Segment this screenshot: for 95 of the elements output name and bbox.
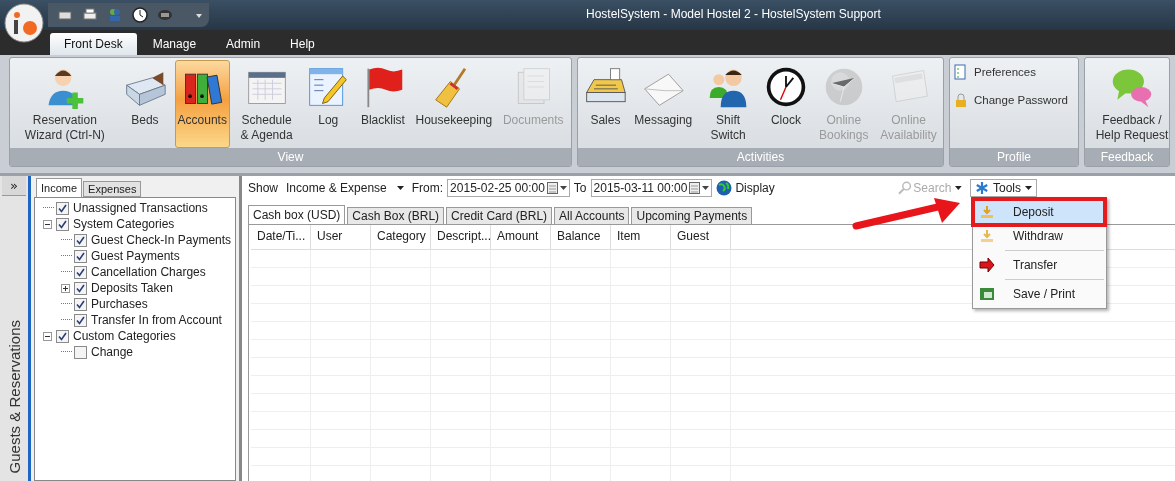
checkbox[interactable] <box>74 249 87 263</box>
checkbox[interactable] <box>74 345 87 359</box>
minus-icon <box>43 331 52 341</box>
ribbon-button[interactable]: Accounts <box>174 60 230 148</box>
tab[interactable]: All Accounts <box>554 207 630 224</box>
group-label: View <box>10 148 571 166</box>
menu-item[interactable]: Save / Print <box>975 282 1104 306</box>
ribbon-button[interactable]: Blacklist <box>357 60 408 148</box>
group-label: Feedback <box>1085 148 1169 166</box>
checkbox[interactable] <box>56 217 69 231</box>
ribbon-button[interactable]: Messaging <box>631 60 696 148</box>
minus-icon <box>43 219 52 229</box>
clock-icon <box>132 7 148 23</box>
expand-toggle[interactable] <box>61 283 72 293</box>
ribbon-button[interactable]: Schedule & Agenda <box>234 60 299 148</box>
ribbon-tab[interactable]: Front Desk <box>50 33 137 55</box>
checklist-icon <box>953 64 969 80</box>
column-header[interactable]: Category <box>371 225 431 249</box>
download-icon <box>979 228 995 244</box>
tree-item[interactable]: Transfer In from Account <box>91 313 222 327</box>
column-header[interactable]: Balance <box>551 225 611 249</box>
tree-item[interactable]: Guest Check-In Payments <box>91 233 232 247</box>
calendar-icon <box>689 182 710 194</box>
ribbon-button[interactable]: Preferences <box>953 64 1075 80</box>
field-label: Show <box>248 181 279 195</box>
download-icon <box>979 204 995 220</box>
tree-item[interactable]: Cancellation Charges <box>91 265 206 279</box>
field-label: From: <box>411 181 444 195</box>
checkbox[interactable] <box>56 329 69 343</box>
ribbon-button[interactable]: Shift Switch <box>696 60 761 148</box>
window-title: HostelSystem - Model Hostel 2 - HostelSystem Support <box>586 7 881 21</box>
tab[interactable]: Upcoming Payments <box>631 207 753 224</box>
tab[interactable]: Expenses <box>83 181 142 197</box>
column-header[interactable]: Date/Ti... <box>251 225 311 249</box>
tab[interactable]: Cash Box (BRL) <box>347 207 445 224</box>
tree-item[interactable]: Unassigned Transactions <box>73 201 208 215</box>
column-header[interactable]: Guest <box>671 225 731 249</box>
checkbox[interactable] <box>74 265 87 279</box>
column-header[interactable]: Item <box>611 225 671 249</box>
collapse-toggle[interactable] <box>43 331 54 341</box>
collapse-toggle[interactable] <box>43 219 54 229</box>
side-panel-tab[interactable]: Guests & Reservations <box>5 319 23 473</box>
ribbon-tab[interactable]: Admin <box>212 33 275 55</box>
checkbox[interactable] <box>74 281 87 295</box>
checkbox[interactable] <box>74 313 87 327</box>
column-header[interactable]: User <box>311 225 371 249</box>
ribbon-tab[interactable]: Help <box>276 33 329 55</box>
spreadsheet-icon <box>979 286 995 302</box>
tools-button[interactable]: Tools <box>970 179 1037 197</box>
column-header[interactable]: Amount <box>491 225 551 249</box>
caret-icon <box>1025 186 1032 190</box>
ribbon-button[interactable]: Feedback / Help Request <box>1087 60 1175 148</box>
search-icon <box>898 181 912 195</box>
checkbox[interactable] <box>74 233 87 247</box>
date-field[interactable]: 2015-02-25 00:00 <box>447 179 570 197</box>
ribbon-button[interactable]: Clock <box>760 60 811 148</box>
people-icon <box>107 7 123 23</box>
ribbon-button[interactable]: Beds <box>119 60 170 148</box>
caret-icon <box>396 186 404 190</box>
tree-item[interactable]: Guest Payments <box>91 249 180 263</box>
checkbox[interactable] <box>74 297 87 311</box>
group-label: Profile <box>950 148 1078 166</box>
calendar-icon <box>546 182 567 194</box>
clock-button[interactable] <box>131 6 149 24</box>
menu-item[interactable]: Withdraw <box>975 224 1104 248</box>
asterisk-icon <box>975 181 989 195</box>
plus-icon <box>61 283 70 293</box>
expand-button[interactable]: » <box>2 176 26 196</box>
tab[interactable]: Income <box>36 178 83 197</box>
group-label: Activities <box>578 148 943 166</box>
display-button[interactable]: Display <box>716 180 775 196</box>
tab[interactable]: Credit Card (BRL) <box>446 207 553 224</box>
dropdown-icon <box>195 11 203 19</box>
tree-item[interactable]: System Categories <box>73 217 175 231</box>
field-label: To <box>573 181 587 195</box>
ribbon-button[interactable]: Sales <box>580 60 631 148</box>
ribbon-button[interactable]: Reservation Wizard (Ctrl-N) <box>14 60 116 148</box>
tree-item[interactable]: Deposits Taken <box>91 281 173 295</box>
column-header[interactable]: Descript... <box>431 225 491 249</box>
date-field[interactable]: 2015-03-11 00:00 <box>590 179 713 197</box>
menu-item[interactable]: Transfer <box>975 253 1104 277</box>
search-field[interactable]: Search <box>913 181 954 195</box>
padlock-icon <box>953 92 969 108</box>
arrow-right-icon <box>979 257 995 273</box>
ribbon-button[interactable]: Log <box>303 60 354 148</box>
ribbon-button[interactable]: Change Password <box>953 92 1075 108</box>
ribbon-button[interactable]: Housekeeping <box>412 60 496 148</box>
tree-item[interactable]: Purchases <box>91 297 148 311</box>
tree-item[interactable]: Custom Categories <box>73 329 176 343</box>
checkbox[interactable] <box>56 201 69 215</box>
ribbon-tab[interactable]: Manage <box>138 33 211 55</box>
tree-item[interactable]: Change <box>91 345 134 359</box>
printer-icon <box>82 7 98 23</box>
tab[interactable]: Cash box (USD) <box>248 205 346 224</box>
caret-icon <box>955 186 962 190</box>
